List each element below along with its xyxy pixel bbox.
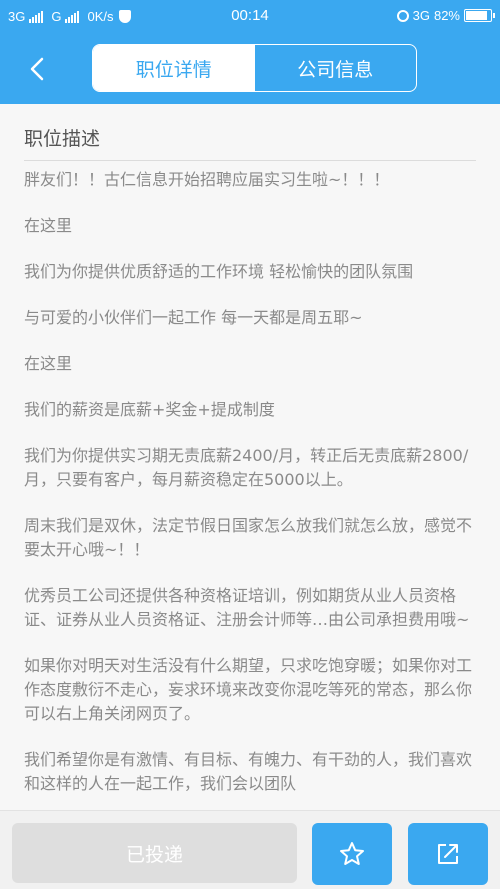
tab-switcher: 职位详情 公司信息 <box>92 44 417 92</box>
description-paragraph: 在这里 <box>24 354 73 373</box>
tab-company-info[interactable]: 公司信息 <box>255 45 417 91</box>
back-button[interactable] <box>22 54 52 84</box>
description-paragraph: 我们为你提供优质舒适的工作环境 轻松愉快的团队氛围 <box>24 262 414 281</box>
share-icon <box>438 844 458 864</box>
status-right: 3G 82% <box>396 8 495 23</box>
battery-fill <box>466 11 488 20</box>
network-type-3: 3G <box>412 8 430 23</box>
main-content[interactable]: 职位描述 胖友们！！古仁信息开始招聘应届实习生啦~！！！ 在这里 我们为你提供优… <box>0 104 500 810</box>
description-paragraph: 我们希望你是有激情、有目标、有魄力、有干劲的人，我们喜欢和这样的人在一起工作，我… <box>24 750 473 793</box>
status-bar: 3G G 0K/s 00:14 3G 82% <box>0 0 500 34</box>
description-paragraph: 优秀员工公司还提供各种资格证培训，例如期货从业人员资格证、证券从业人员资格证、注… <box>24 586 470 629</box>
chevron-left-icon <box>30 57 44 81</box>
description-paragraph: 胖友们！！古仁信息开始招聘应届实习生啦~！！！ <box>24 170 390 189</box>
alarm-icon <box>396 9 409 22</box>
section-title: 职位描述 <box>24 128 101 150</box>
description-paragraph: 周末我们是双休，法定节假日国家怎么放我们就怎么放，感觉不要太开心哦~！！ <box>24 516 473 559</box>
description-paragraph: 我们为你提供实习期无责底薪2400/月，转正后无责底薪2800/月，只要有客户，… <box>24 446 469 489</box>
nav-bar: 职位详情 公司信息 <box>0 34 500 104</box>
bottom-bar: 已投递 <box>0 810 500 889</box>
battery-icon <box>464 9 495 22</box>
star-icon <box>340 842 364 865</box>
description-paragraph: 如果你对明天对生活没有什么期望，只求吃饱穿暖；如果你对工作态度敷衍不走心，妄求环… <box>24 656 473 723</box>
applied-button[interactable]: 已投递 <box>12 823 297 883</box>
battery-percent: 82% <box>433 8 460 23</box>
description-paragraph: 我们的薪资是底薪+奖金+提成制度 <box>24 400 275 419</box>
favorite-button[interactable] <box>312 823 392 885</box>
description-paragraph: 在这里 <box>24 216 73 235</box>
tab-job-details[interactable]: 职位详情 <box>93 45 255 91</box>
share-button[interactable] <box>408 823 488 885</box>
job-description: 胖友们！！古仁信息开始招聘应届实习生啦~！！！ 在这里 我们为你提供优质舒适的工… <box>24 168 476 810</box>
divider <box>24 160 476 161</box>
description-paragraph: 与可爱的小伙伴们一起工作 每一天都是周五耶~ <box>24 308 363 327</box>
